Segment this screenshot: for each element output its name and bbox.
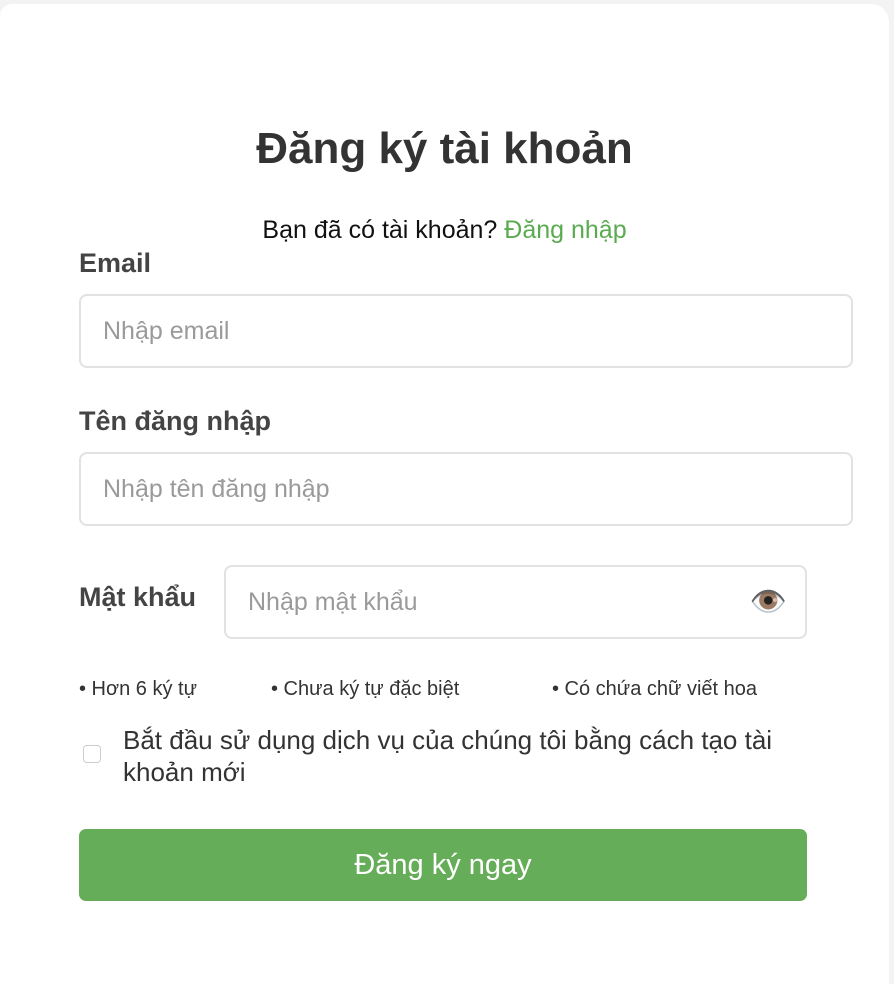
email-field[interactable] — [79, 294, 853, 368]
password-field[interactable] — [224, 565, 807, 639]
register-card: Đăng ký tài khoản Bạn đã có tài khoản? Đ… — [0, 4, 889, 984]
email-label: Email — [79, 248, 152, 278]
terms-label[interactable]: Bắt đầu sử dụng dịch vụ của chúng tôi bằ… — [123, 724, 783, 788]
login-prompt: Bạn đã có tài khoản? Đăng nhập — [0, 216, 889, 245]
hint-uppercase: • Có chứa chữ viết hoa — [552, 678, 757, 700]
hint-special-char: • Chưa ký tự đặc biệt — [271, 678, 460, 700]
hint-length: • Hơn 6 ký tự — [79, 678, 197, 700]
password-wrapper: 👁️ — [224, 565, 807, 639]
page-title: Đăng ký tài khoản — [256, 124, 633, 173]
eye-icon[interactable]: 👁️ — [750, 585, 787, 620]
login-link[interactable]: Đăng nhập — [504, 216, 626, 244]
terms-checkbox[interactable] — [83, 745, 101, 763]
username-field[interactable] — [79, 452, 853, 526]
login-prompt-text: Bạn đã có tài khoản? — [262, 216, 498, 244]
password-label: Mật khẩu — [79, 582, 197, 612]
register-button[interactable]: Đăng ký ngay — [79, 829, 807, 901]
username-label: Tên đăng nhập — [79, 406, 271, 436]
